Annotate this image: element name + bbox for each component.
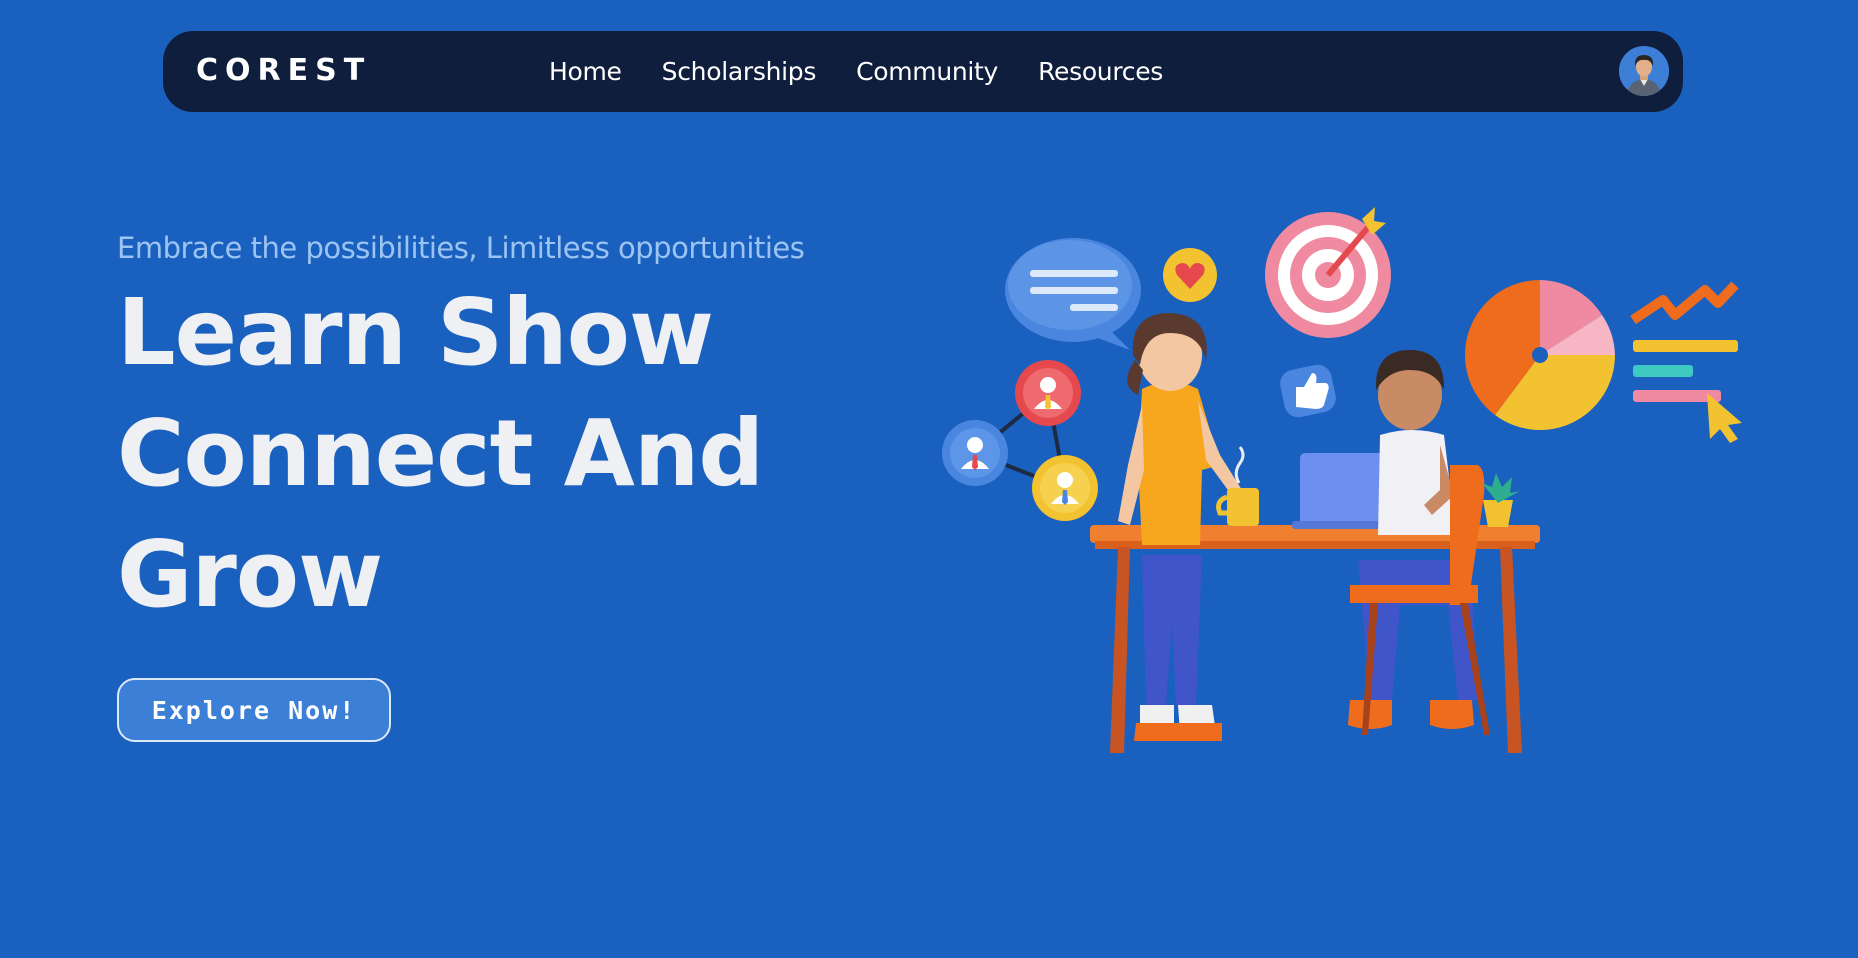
cursor-icon xyxy=(1707,393,1742,443)
heart-icon xyxy=(1163,248,1217,302)
target-icon xyxy=(1265,207,1391,338)
nav-link-scholarships[interactable]: Scholarships xyxy=(662,57,817,87)
navbar: COREST Home Scholarships Community Resou… xyxy=(163,31,1683,112)
hero-illustration xyxy=(930,205,1750,765)
user-avatar-icon[interactable] xyxy=(1619,46,1669,96)
explore-now-button[interactable]: Explore Now! xyxy=(117,678,391,742)
nav-link-home[interactable]: Home xyxy=(549,57,622,87)
nav-link-community[interactable]: Community xyxy=(856,57,998,87)
people-at-desk-illustration xyxy=(942,207,1742,753)
chat-bubble-icon xyxy=(1005,238,1141,350)
nav-links: Home Scholarships Community Resources xyxy=(549,31,1163,112)
logo[interactable]: COREST xyxy=(196,53,371,89)
hero-text: Embrace the possibilities, Limitless opp… xyxy=(117,228,917,635)
hero-headline: Learn Show Connect And Grow xyxy=(117,272,917,635)
network-icon xyxy=(942,360,1098,521)
headline-line-2: Connect And xyxy=(117,400,764,507)
avatar-graphic xyxy=(1619,46,1669,96)
nav-link-resources[interactable]: Resources xyxy=(1038,57,1163,87)
plant-icon xyxy=(1482,473,1520,527)
like-icon xyxy=(1280,364,1336,418)
hero-tagline: Embrace the possibilities, Limitless opp… xyxy=(117,231,805,265)
pie-chart-icon xyxy=(1465,280,1615,430)
headline-line-1: Learn Show xyxy=(117,279,714,386)
headline-line-3: Grow xyxy=(117,521,383,628)
trend-icon xyxy=(1630,281,1739,402)
